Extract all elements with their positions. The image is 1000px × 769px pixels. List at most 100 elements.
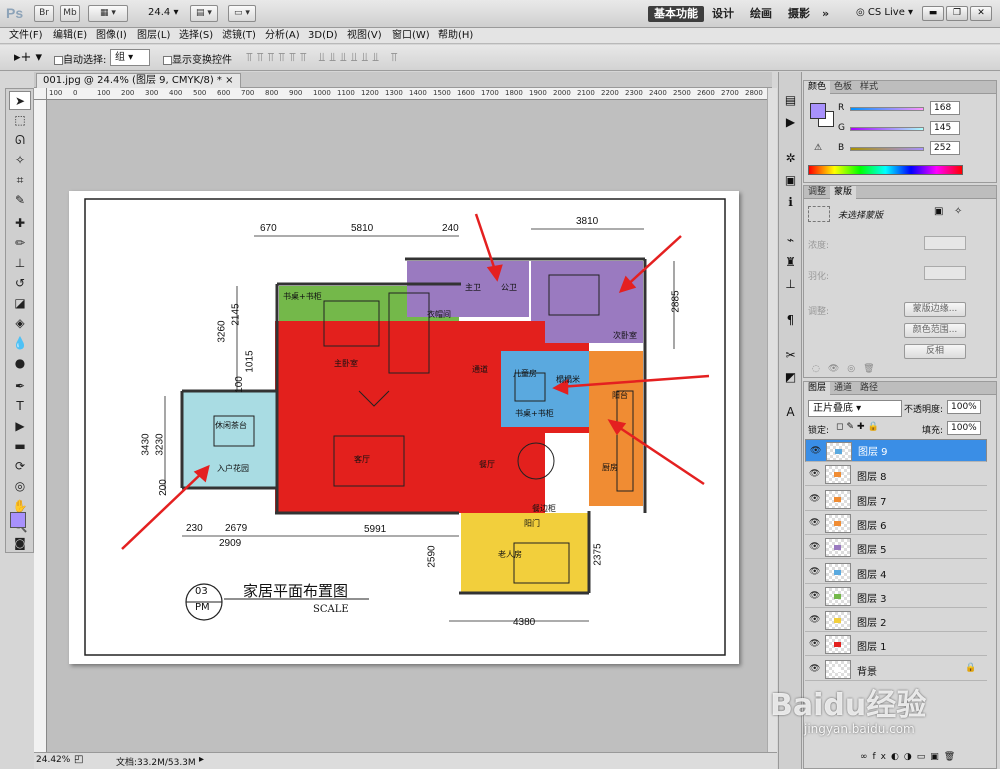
visibility-eye-icon[interactable]: 👁	[809, 542, 821, 552]
shape-tool-icon[interactable]: ▬	[9, 437, 31, 456]
show-transform-check[interactable]	[163, 55, 172, 65]
minibridge-button[interactable]: Mb	[60, 5, 80, 22]
auto-select-check[interactable]	[54, 55, 63, 65]
history-brush-icon[interactable]: ↺	[9, 274, 31, 293]
opacity-field[interactable]: 100%	[947, 400, 981, 414]
visibility-eye-icon[interactable]: 👁	[809, 518, 821, 528]
show-transform-checkbox[interactable]: 显示变换控件	[163, 51, 232, 66]
view-extras-button[interactable]: ▦ ▾	[88, 5, 128, 22]
layers-footer-icons[interactable]: ∞fx◐◑▭▣🗑	[860, 752, 960, 762]
workspace-painting[interactable]: 绘画	[744, 6, 778, 22]
layer-row[interactable]: 👁 图层 7	[805, 487, 987, 511]
b-value[interactable]: 252	[930, 141, 960, 155]
document-tab[interactable]: 001.jpg @ 24.4% (图层 9, CMYK/8) * ×	[36, 73, 241, 88]
brush-tool-icon[interactable]: ✏	[9, 234, 31, 253]
info-panel-icon[interactable]: ℹ	[782, 194, 799, 211]
gamut-warning-icon[interactable]: ⚠	[814, 143, 822, 153]
invert-button[interactable]: 反相	[904, 344, 966, 359]
move-tool-preset-button[interactable]: ▸+ ▾	[14, 50, 42, 65]
visibility-eye-icon[interactable]: 👁	[809, 615, 821, 625]
menu-image[interactable]: 图像(I)	[96, 29, 127, 43]
menu-view[interactable]: 视图(V)	[347, 29, 382, 43]
healing-brush-icon[interactable]: ✚	[9, 214, 31, 233]
menu-layer[interactable]: 图层(L)	[137, 29, 170, 43]
g-slider[interactable]	[850, 127, 924, 131]
cs-live-button[interactable]: ◎ CS Live ▾	[856, 7, 913, 18]
blend-mode-dropdown[interactable]: 正片叠底 ▾	[808, 400, 902, 417]
pixel-mask-icon[interactable]: ▣	[934, 206, 943, 217]
foreground-color-swatch[interactable]	[10, 512, 26, 528]
3d-rotate-icon[interactable]: ⟳	[9, 457, 31, 476]
layer-row[interactable]: 👁 图层 8	[805, 463, 987, 487]
tab-color[interactable]: 颜色	[804, 81, 831, 94]
3d-orbit-icon[interactable]: ◎	[9, 477, 31, 496]
workspace-photography[interactable]: 摄影	[782, 6, 816, 22]
align-buttons[interactable]: ⫪⫪⫪⫪⫪⫪ ⫫⫫⫫⫫⫫⫫ ⫪	[246, 50, 402, 65]
actions-panel-icon[interactable]: ▶	[782, 114, 799, 131]
visibility-eye-icon[interactable]: 👁	[809, 664, 821, 674]
floor-plan-image[interactable]: 670 5810 240 3810 3260 2145 1015 100 343…	[69, 191, 739, 664]
visibility-eye-icon[interactable]: 👁	[809, 469, 821, 479]
tab-swatches[interactable]: 色板	[830, 81, 856, 94]
quick-select-tool-icon[interactable]: ✧	[9, 151, 31, 170]
g-value[interactable]: 145	[930, 121, 960, 135]
menu-filter[interactable]: 滤镜(T)	[222, 29, 256, 43]
crop-tool-icon[interactable]: ⌗	[9, 171, 31, 190]
density-field[interactable]	[924, 236, 966, 250]
arrange-documents-button[interactable]: ▤ ▾	[190, 5, 218, 22]
mask-footer-icons[interactable]: ◌👁◎🗑	[812, 364, 883, 374]
history-panel-icon[interactable]: ▤	[782, 92, 799, 109]
r-value[interactable]: 168	[930, 101, 960, 115]
brush-panel-icon[interactable]: ⌁	[782, 232, 799, 249]
feather-field[interactable]	[924, 266, 966, 280]
notes-panel-icon[interactable]: ✂	[782, 347, 799, 364]
3d-panel-icon[interactable]: ✲	[782, 150, 799, 167]
minimize-button[interactable]: ▬	[922, 6, 944, 21]
visibility-eye-icon[interactable]: 👁	[809, 567, 821, 577]
visibility-eye-icon[interactable]: 👁	[810, 446, 822, 456]
layer-row-background[interactable]: 👁 背景 🔒	[805, 657, 987, 681]
menu-file[interactable]: 文件(F)	[9, 29, 43, 43]
eraser-tool-icon[interactable]: ◪	[9, 294, 31, 313]
fill-field[interactable]: 100%	[947, 421, 981, 435]
styles-panel-icon[interactable]: ◩	[782, 369, 799, 386]
layer-row[interactable]: 👁 图层 9	[805, 439, 987, 462]
status-zoom[interactable]: 24.42%	[36, 755, 70, 765]
menu-3d[interactable]: 3D(D)	[308, 29, 338, 43]
default-colors-icon[interactable]	[9, 498, 19, 508]
b-slider[interactable]	[850, 147, 924, 151]
lasso-tool-icon[interactable]: ᘏ	[9, 131, 31, 150]
stamp-tool-icon[interactable]: ⊥	[9, 254, 31, 273]
menu-select[interactable]: 选择(S)	[179, 29, 213, 43]
tab-layers[interactable]: 图层	[804, 382, 831, 395]
eyedropper-tool-icon[interactable]: ✎	[9, 191, 31, 210]
type-tool-icon[interactable]: T	[9, 397, 31, 416]
menu-window[interactable]: 窗口(W)	[392, 29, 430, 43]
vertical-scrollbar[interactable]	[767, 88, 777, 752]
tab-close-icon[interactable]: ×	[225, 75, 233, 86]
path-select-icon[interactable]: ▶	[9, 417, 31, 436]
menu-analysis[interactable]: 分析(A)	[265, 29, 300, 43]
bridge-button[interactable]: Br	[34, 5, 54, 22]
tab-adjustments[interactable]: 调整	[804, 186, 830, 199]
restore-button[interactable]: ❐	[946, 6, 968, 21]
quick-mask-icon[interactable]: ◙	[9, 534, 31, 553]
screen-mode-button[interactable]: ▭ ▾	[228, 5, 256, 22]
r-slider[interactable]	[850, 107, 924, 111]
marquee-tool-icon[interactable]: ⬚	[9, 111, 31, 130]
layer-row[interactable]: 👁 图层 6	[805, 511, 987, 535]
clone-source-icon[interactable]: ♜	[782, 254, 799, 271]
dodge-tool-icon[interactable]: ●	[9, 354, 31, 373]
image-panel-icon[interactable]: ▣	[782, 172, 799, 189]
layer-row[interactable]: 👁 图层 2	[805, 609, 987, 633]
color-spectrum-bar[interactable]	[808, 165, 963, 175]
menu-edit[interactable]: 编辑(E)	[53, 29, 87, 43]
tab-styles[interactable]: 样式	[856, 81, 882, 94]
layer-row[interactable]: 👁 图层 3	[805, 584, 987, 608]
color-range-button[interactable]: 颜色范围...	[904, 323, 966, 338]
lock-icons[interactable]: ◻✎✚🔒	[836, 422, 882, 432]
tab-masks[interactable]: 蒙版	[830, 186, 857, 199]
mask-edge-button[interactable]: 蒙版边缘...	[904, 302, 966, 317]
visibility-eye-icon[interactable]: 👁	[809, 591, 821, 601]
visibility-eye-icon[interactable]: 👁	[809, 639, 821, 649]
